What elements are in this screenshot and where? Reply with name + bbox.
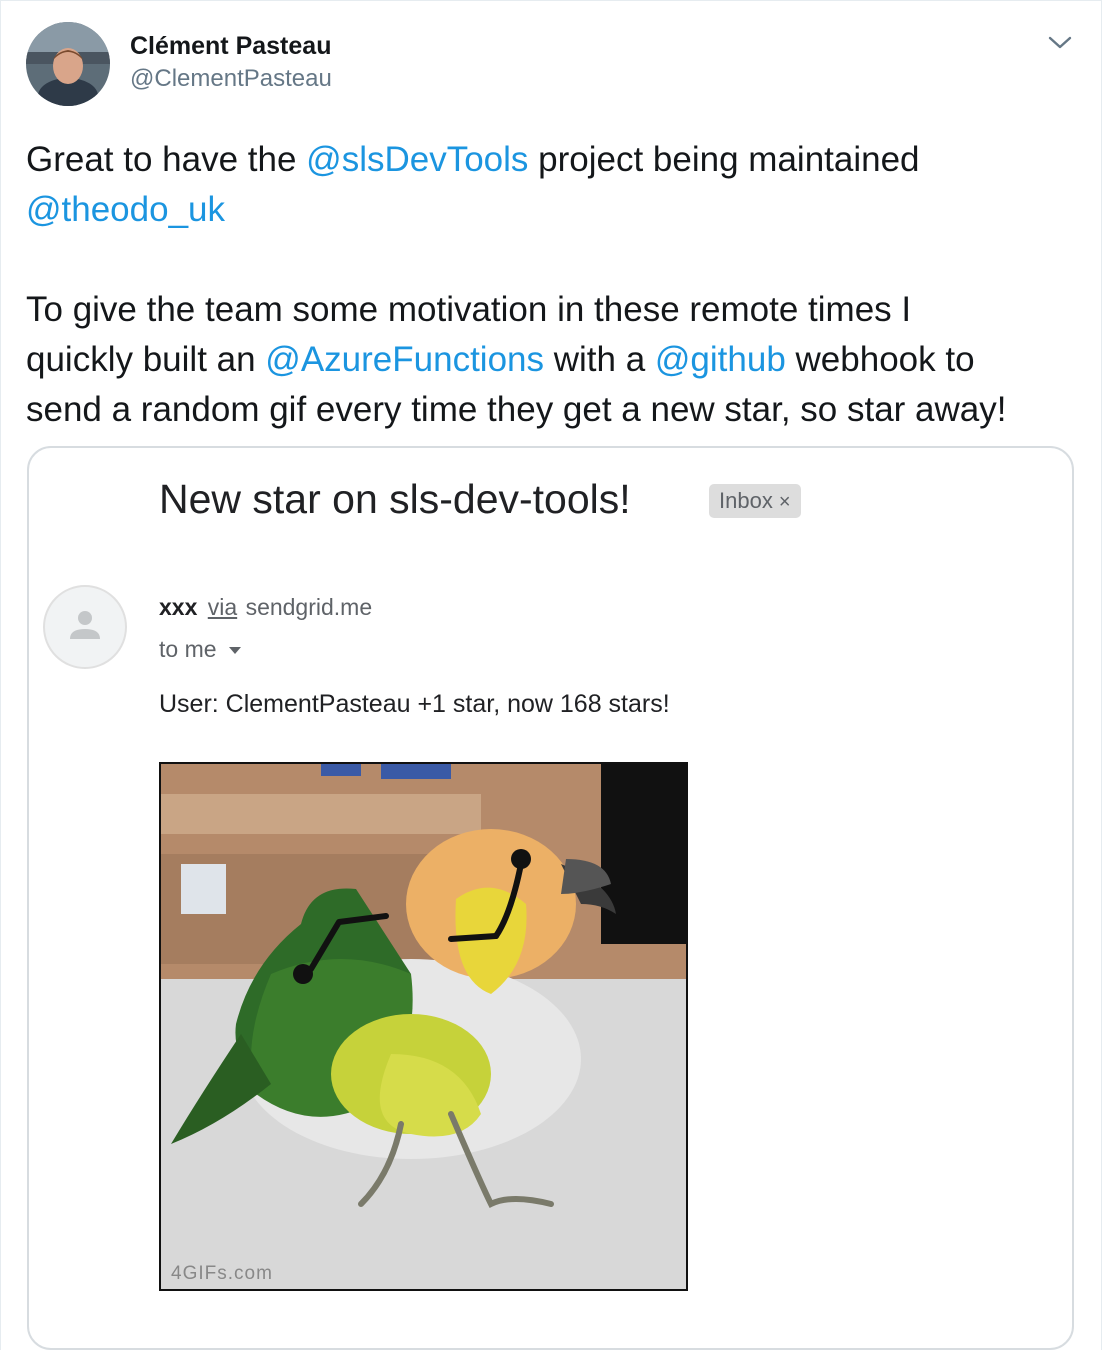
tweet-blank-line xyxy=(26,235,1081,285)
author-name[interactable]: Clément Pasteau xyxy=(130,32,331,61)
person-icon xyxy=(43,585,127,669)
caret-down-icon xyxy=(228,647,241,655)
tweet-line: To give the team some motivation in thes… xyxy=(26,285,1081,335)
mention-slsdevtools[interactable]: @slsDevTools xyxy=(306,140,528,179)
tweet-text-segment: with a xyxy=(544,340,655,379)
chevron-down-icon[interactable] xyxy=(1045,31,1075,53)
tweet-text-segment: project being maintained xyxy=(528,140,920,179)
tweet-text-segment: quickly built an xyxy=(26,340,266,379)
email-body: User: ClementPasteau +1 star, now 168 st… xyxy=(159,690,670,718)
recipient-label: to me xyxy=(159,636,217,662)
tweet-text-segment: webhook to xyxy=(785,340,975,379)
tweet-line: send a random gif every time they get a … xyxy=(26,385,1081,435)
sender-name: xxx xyxy=(159,594,198,620)
email-subject: New star on sls-dev-tools! xyxy=(159,476,631,522)
tweet-line: quickly built an @AzureFunctions with a … xyxy=(26,335,1081,385)
tweet-card: Clément Pasteau @ClementPasteau Great to… xyxy=(0,0,1102,1350)
tweet-line: Great to have the @slsDevTools project b… xyxy=(26,135,1081,185)
gif-watermark: 4GIFs.com xyxy=(171,1263,273,1284)
sender-domain: sendgrid.me xyxy=(245,594,373,620)
email-recipient: to me xyxy=(159,636,241,663)
mention-theodo-uk[interactable]: @theodo_uk xyxy=(26,190,225,229)
inbox-label-text: Inbox xyxy=(719,488,773,513)
tweet-text-segment: Great to have the xyxy=(26,140,307,179)
tweet-text-segment: send a random gif every time they get a … xyxy=(26,390,1007,429)
mention-github[interactable]: @github xyxy=(655,340,786,379)
tweet-line: @theodo_uk xyxy=(26,185,1081,235)
inbox-label-chip: Inbox × xyxy=(709,484,801,518)
author-handle[interactable]: @ClementPasteau xyxy=(130,65,332,93)
mention-azurefunctions[interactable]: @AzureFunctions xyxy=(265,340,544,379)
email-sender: xxx via sendgrid.me xyxy=(159,594,372,621)
author-avatar[interactable] xyxy=(26,22,110,106)
close-icon: × xyxy=(778,491,791,513)
tweet-text-segment: To give the team some motivation in thes… xyxy=(26,290,912,329)
tweet-media-image[interactable]: New star on sls-dev-tools! Inbox × xxx vi… xyxy=(27,446,1074,1350)
parrot-gif: 4GIFs.com xyxy=(159,762,688,1291)
tweet-text: Great to have the @slsDevTools project b… xyxy=(26,135,1081,435)
via-link: via xyxy=(207,594,238,620)
